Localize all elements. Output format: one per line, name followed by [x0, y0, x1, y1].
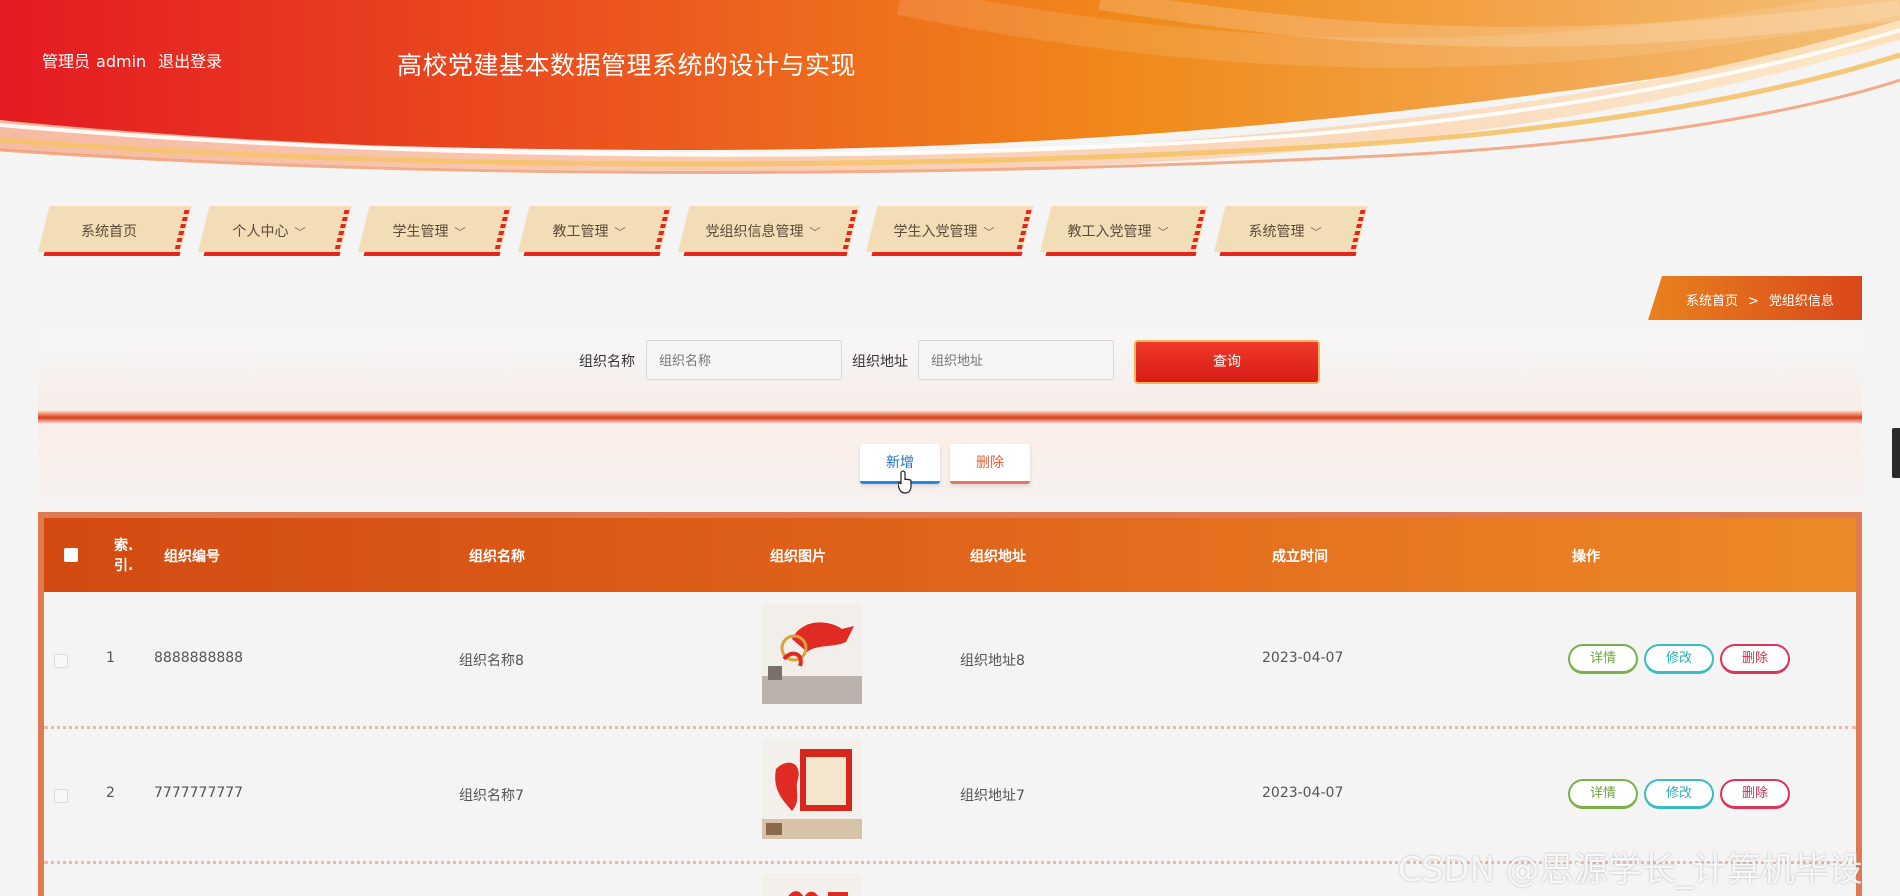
logout-link[interactable]: 退出登录	[158, 52, 222, 71]
org-image-thumbnail[interactable]	[762, 739, 862, 839]
org-address-input[interactable]	[918, 340, 1114, 380]
col-org-image: 组织图片	[770, 549, 826, 565]
side-scroll-handle[interactable]	[1892, 428, 1900, 478]
cell-org-code: 8888888888	[154, 650, 244, 666]
user-name: admin	[96, 52, 147, 71]
col-index: 索. 引.	[114, 536, 133, 576]
nav-item-home[interactable]: 系统首页	[38, 206, 192, 258]
nav-item-student-management[interactable]: 学生管理 ﹀	[358, 206, 512, 258]
chevron-down-icon: ﹀	[614, 226, 626, 239]
chevron-down-icon: ﹀	[1310, 226, 1322, 239]
system-title: 高校党建基本数据管理系统的设计与实现	[397, 51, 857, 80]
detail-button[interactable]: 详情	[1568, 644, 1638, 674]
edit-button[interactable]: 修改	[1644, 779, 1714, 809]
chevron-down-icon: ﹀	[454, 226, 466, 239]
select-all-checkbox[interactable]	[64, 548, 78, 562]
user-info: 管理员 admin 退出登录	[42, 48, 228, 72]
nav-item-label: 教工入党管理	[1067, 224, 1152, 240]
watermark: CSDN @思源学长_计算机毕设	[1398, 850, 1863, 890]
nav-item-label: 系统首页	[81, 224, 137, 240]
cell-org-name: 组织名称8	[459, 653, 524, 669]
row-checkbox[interactable]	[54, 654, 68, 668]
org-address-label: 组织地址	[852, 354, 908, 370]
col-established-date: 成立时间	[1272, 549, 1328, 565]
row-checkbox[interactable]	[54, 789, 68, 803]
nav-item-label: 教工管理	[552, 224, 609, 240]
cell-org-address: 组织地址8	[960, 653, 1025, 669]
table-row: 1 8888888888 组织名称8 组织地址8 2023-04-07 详情 修…	[44, 592, 1856, 726]
user-role: 管理员	[42, 52, 91, 71]
org-name-input[interactable]	[646, 340, 842, 380]
breadcrumb-separator: >	[1748, 294, 1759, 309]
divider-line	[38, 410, 1862, 424]
bulk-delete-button[interactable]: 删除	[950, 444, 1030, 484]
org-image-thumbnail[interactable]	[762, 874, 862, 896]
nav-item-label: 系统管理	[1248, 224, 1305, 240]
org-image-thumbnail[interactable]	[762, 604, 862, 704]
nav-item-label: 学生入党管理	[893, 224, 978, 240]
chevron-down-icon: ﹀	[809, 226, 821, 239]
nav-item-student-party-management[interactable]: 学生入党管理 ﹀	[866, 206, 1034, 258]
org-name-label: 组织名称	[579, 354, 635, 370]
cell-org-code: 7777777777	[154, 785, 244, 801]
col-org-name: 组织名称	[469, 549, 525, 565]
nav-item-system-management[interactable]: 系统管理 ﹀	[1214, 206, 1368, 258]
chevron-down-icon: ﹀	[1157, 226, 1169, 239]
nav-item-label: 党组织信息管理	[705, 224, 804, 240]
header-banner: 管理员 admin 退出登录 高校党建基本数据管理系统的设计与实现	[0, 0, 1900, 180]
delete-button[interactable]: 删除	[1720, 644, 1790, 674]
cell-established-date: 2023-04-07	[1262, 650, 1344, 666]
cell-index: 2	[106, 785, 115, 801]
col-index-line1: 索.	[114, 538, 134, 554]
detail-button[interactable]: 详情	[1568, 779, 1638, 809]
breadcrumb-current: 党组织信息	[1768, 294, 1834, 309]
table-row: 2 7777777777 组织名称7 组织地址7 2023-04-07 详情 修…	[44, 727, 1856, 861]
nav-item-label: 学生管理	[392, 224, 449, 240]
col-org-address: 组织地址	[970, 549, 1026, 565]
delete-button[interactable]: 删除	[1720, 779, 1790, 809]
nav-item-party-org-management[interactable]: 党组织信息管理 ﹀	[678, 206, 860, 258]
nav-item-staff-party-management[interactable]: 教工入党管理 ﹀	[1040, 206, 1208, 258]
edit-button[interactable]: 修改	[1644, 644, 1714, 674]
table-header: 索. 引. 组织编号 组织名称 组织图片 组织地址 成立时间 操作	[44, 518, 1856, 592]
breadcrumb-home[interactable]: 系统首页	[1686, 294, 1738, 309]
cell-established-date: 2023-04-07	[1262, 785, 1344, 801]
breadcrumb: 系统首页 > 党组织信息	[1648, 276, 1862, 320]
cell-org-name: 组织名称7	[459, 788, 524, 804]
header-wave-decoration	[0, 0, 1900, 174]
hand-pointer-icon	[898, 470, 912, 494]
chevron-down-icon: ﹀	[983, 226, 995, 239]
nav-item-staff-management[interactable]: 教工管理 ﹀	[518, 206, 672, 258]
col-operations: 操作	[1572, 549, 1600, 565]
col-index-line2: 引.	[114, 558, 134, 574]
col-org-code: 组织编号	[164, 549, 220, 565]
chevron-down-icon: ﹀	[294, 226, 306, 239]
org-table: 索. 引. 组织编号 组织名称 组织图片 组织地址 成立时间 操作 1 88888…	[38, 512, 1862, 896]
nav-item-label: 个人中心	[232, 224, 289, 240]
nav-item-personal-center[interactable]: 个人中心 ﹀	[198, 206, 352, 258]
cell-index: 1	[106, 650, 115, 666]
query-button[interactable]: 查询	[1134, 340, 1320, 384]
cell-org-address: 组织地址7	[960, 788, 1025, 804]
